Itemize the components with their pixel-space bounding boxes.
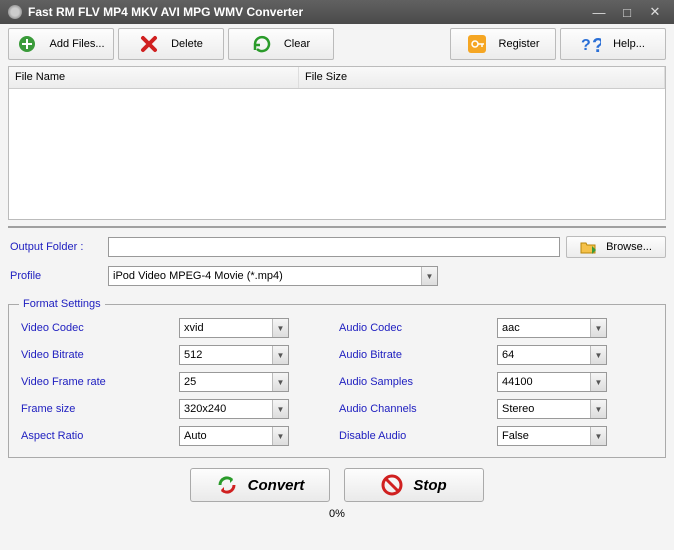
file-list-header: File Name File Size bbox=[9, 67, 665, 89]
audio-codec-select[interactable]: aac▼ bbox=[497, 318, 607, 338]
chevron-down-icon: ▼ bbox=[590, 400, 606, 418]
chevron-down-icon: ▼ bbox=[421, 267, 437, 285]
svg-text:?: ? bbox=[592, 35, 601, 54]
video-framerate-select[interactable]: 25▼ bbox=[179, 372, 289, 392]
chevron-down-icon: ▼ bbox=[590, 373, 606, 391]
add-files-button[interactable]: Add Files... bbox=[8, 28, 114, 60]
convert-button[interactable]: Convert bbox=[190, 468, 330, 502]
aspect-ratio-label: Aspect Ratio bbox=[19, 430, 179, 442]
maximize-button[interactable]: □ bbox=[616, 4, 638, 20]
file-list-body[interactable] bbox=[9, 89, 665, 219]
register-label: Register bbox=[499, 38, 540, 50]
profile-select[interactable]: iPod Video MPEG-4 Movie (*.mp4) ▼ bbox=[108, 266, 438, 286]
frame-size-label: Frame size bbox=[19, 403, 179, 415]
help-label: Help... bbox=[613, 38, 645, 50]
format-settings: Format Settings Video Codecxvid▼ Video B… bbox=[8, 298, 666, 458]
audio-samples-select[interactable]: 44100▼ bbox=[497, 372, 607, 392]
help-button[interactable]: ?? Help... bbox=[560, 28, 666, 60]
chevron-down-icon: ▼ bbox=[272, 346, 288, 364]
audio-bitrate-select[interactable]: 64▼ bbox=[497, 345, 607, 365]
chevron-down-icon: ▼ bbox=[272, 373, 288, 391]
col-file-name[interactable]: File Name bbox=[9, 67, 299, 88]
chevron-down-icon: ▼ bbox=[272, 427, 288, 445]
chevron-down-icon: ▼ bbox=[590, 319, 606, 337]
toolbar: Add Files... Delete Clear Register ?? He bbox=[8, 28, 666, 60]
add-files-icon bbox=[17, 34, 37, 54]
disable-audio-select[interactable]: False▼ bbox=[497, 426, 607, 446]
app-icon bbox=[8, 5, 22, 19]
chevron-down-icon: ▼ bbox=[272, 400, 288, 418]
delete-label: Delete bbox=[171, 38, 203, 50]
profile-value: iPod Video MPEG-4 Movie (*.mp4) bbox=[113, 270, 283, 282]
convert-icon bbox=[216, 474, 238, 496]
col-file-size[interactable]: File Size bbox=[299, 67, 665, 88]
frame-size-select[interactable]: 320x240▼ bbox=[179, 399, 289, 419]
output-folder-label: Output Folder : bbox=[8, 241, 108, 253]
chevron-down-icon: ▼ bbox=[590, 346, 606, 364]
help-icon: ?? bbox=[581, 34, 601, 54]
minimize-button[interactable]: — bbox=[588, 4, 610, 20]
stop-button[interactable]: Stop bbox=[344, 468, 484, 502]
aspect-ratio-select[interactable]: Auto▼ bbox=[179, 426, 289, 446]
progress-text: 0% bbox=[8, 508, 666, 520]
add-files-label: Add Files... bbox=[49, 38, 104, 50]
output-folder-input[interactable] bbox=[108, 237, 560, 257]
audio-bitrate-label: Audio Bitrate bbox=[337, 349, 497, 361]
svg-text:?: ? bbox=[581, 37, 591, 54]
register-button[interactable]: Register bbox=[450, 28, 556, 60]
register-icon bbox=[467, 34, 487, 54]
audio-channels-label: Audio Channels bbox=[337, 403, 497, 415]
video-framerate-label: Video Frame rate bbox=[19, 376, 179, 388]
format-legend: Format Settings bbox=[19, 298, 105, 310]
video-bitrate-select[interactable]: 512▼ bbox=[179, 345, 289, 365]
profile-label: Profile bbox=[8, 270, 108, 282]
video-codec-select[interactable]: xvid▼ bbox=[179, 318, 289, 338]
convert-label: Convert bbox=[248, 477, 305, 494]
clear-icon bbox=[252, 34, 272, 54]
browse-icon bbox=[580, 240, 596, 254]
clear-label: Clear bbox=[284, 38, 310, 50]
close-button[interactable]: ✕ bbox=[644, 4, 666, 20]
chevron-down-icon: ▼ bbox=[590, 427, 606, 445]
video-codec-label: Video Codec bbox=[19, 322, 179, 334]
file-list[interactable]: File Name File Size bbox=[8, 66, 666, 220]
titlebar: Fast RM FLV MP4 MKV AVI MPG WMV Converte… bbox=[0, 0, 674, 24]
delete-icon bbox=[139, 34, 159, 54]
stop-icon bbox=[381, 474, 403, 496]
browse-button[interactable]: Browse... bbox=[566, 236, 666, 258]
video-bitrate-label: Video Bitrate bbox=[19, 349, 179, 361]
stop-label: Stop bbox=[413, 477, 446, 494]
audio-samples-label: Audio Samples bbox=[337, 376, 497, 388]
browse-label: Browse... bbox=[606, 241, 652, 253]
audio-channels-select[interactable]: Stereo▼ bbox=[497, 399, 607, 419]
disable-audio-label: Disable Audio bbox=[337, 430, 497, 442]
delete-button[interactable]: Delete bbox=[118, 28, 224, 60]
window-title: Fast RM FLV MP4 MKV AVI MPG WMV Converte… bbox=[28, 5, 582, 19]
audio-codec-label: Audio Codec bbox=[337, 322, 497, 334]
chevron-down-icon: ▼ bbox=[272, 319, 288, 337]
clear-button[interactable]: Clear bbox=[228, 28, 334, 60]
